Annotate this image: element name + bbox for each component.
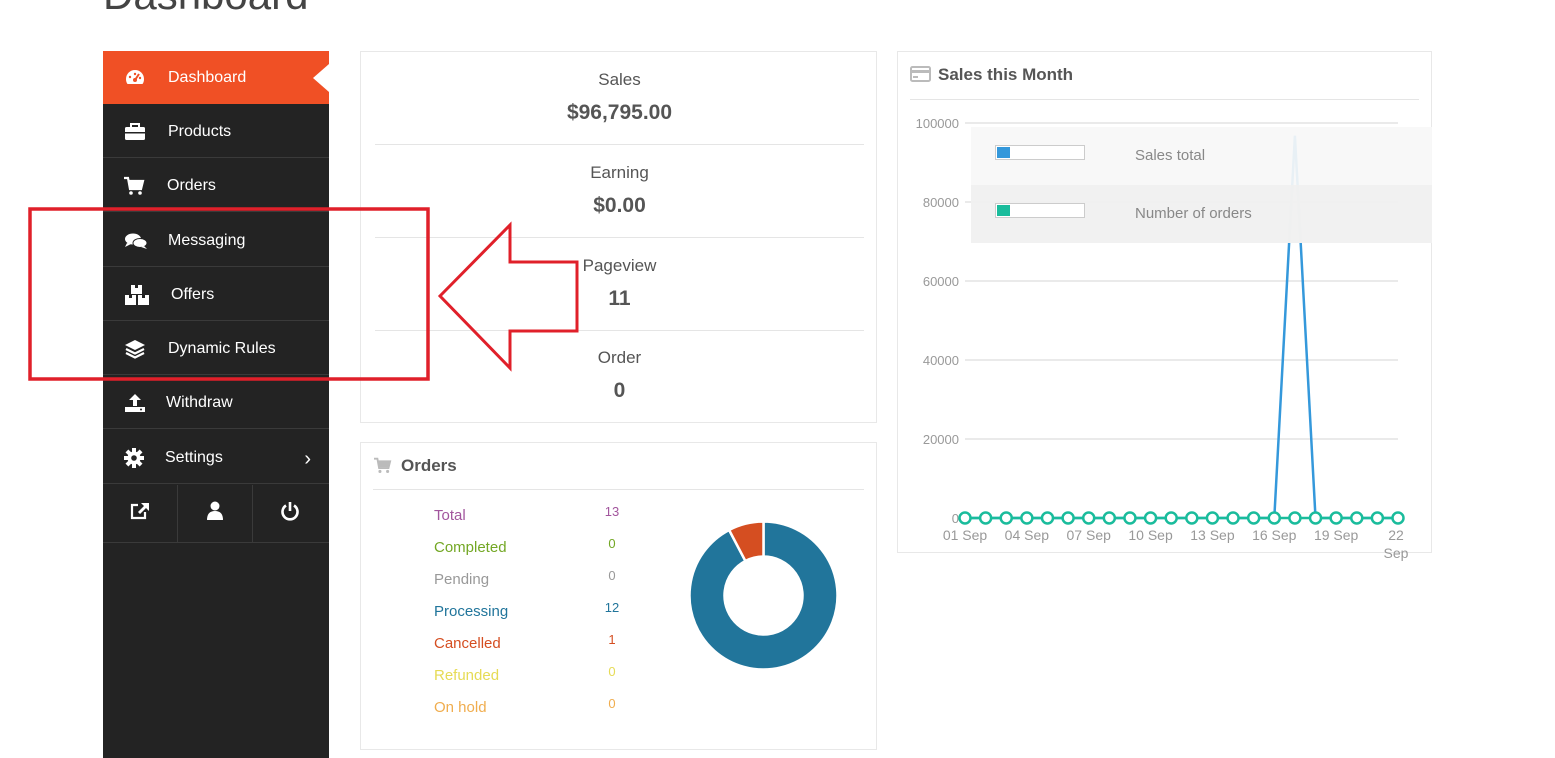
x-tick-label: 07 Sep <box>1067 527 1112 543</box>
x-tick-label: 01 Sep <box>943 527 988 543</box>
x-tick-label: 19 Sep <box>1314 527 1359 543</box>
data-point <box>1288 511 1302 525</box>
y-tick-label: 60000 <box>923 274 959 289</box>
legend-swatch <box>995 203 1085 218</box>
data-point <box>1143 511 1158 525</box>
data-point <box>1185 511 1199 525</box>
data-point <box>1391 511 1405 525</box>
legend-label: Sales total <box>1135 147 1206 164</box>
data-point <box>1226 511 1240 525</box>
y-tick-label: 100000 <box>916 116 959 131</box>
data-point <box>1205 511 1220 525</box>
x-tick-label: 10 Sep <box>1128 527 1173 543</box>
x-tick-label: 13 Sep <box>1190 527 1235 543</box>
y-tick-label: 20000 <box>923 432 959 447</box>
x-tick-label: 22 <box>1388 527 1404 543</box>
x-tick-label: 16 Sep <box>1252 527 1297 543</box>
legend-swatch <box>995 145 1085 160</box>
data-point <box>1350 511 1364 525</box>
legend-label: Number of orders <box>1135 205 1252 222</box>
data-point <box>1123 511 1137 525</box>
y-tick-label: 80000 <box>923 195 959 210</box>
data-point <box>999 511 1013 525</box>
y-tick-label: 40000 <box>923 353 959 368</box>
data-point <box>978 511 993 525</box>
sales-line-chart: 0 20000 40000 60000 80000 100000 01 Sep 04 Sep 0… <box>916 116 1409 561</box>
data-point <box>1308 511 1323 525</box>
data-point <box>1370 511 1385 525</box>
x-tick-label: 04 Sep <box>1005 527 1050 543</box>
data-point <box>1040 511 1055 525</box>
legend-item-sales-total[interactable]: Sales total <box>971 127 1432 185</box>
data-point <box>1020 511 1034 525</box>
data-point <box>958 511 972 525</box>
chart-legend: Sales total Number of orders <box>971 127 1432 243</box>
data-point <box>1329 511 1343 525</box>
legend-item-number-of-orders[interactable]: Number of orders <box>971 185 1432 243</box>
x-tick-label: Sep <box>1384 545 1409 561</box>
data-point <box>1246 511 1261 525</box>
data-point <box>1061 511 1075 525</box>
data-point <box>1267 511 1282 525</box>
data-point <box>1102 511 1117 525</box>
data-point <box>1081 511 1096 525</box>
data-point <box>1164 511 1178 525</box>
y-tick-label: 0 <box>952 511 959 526</box>
